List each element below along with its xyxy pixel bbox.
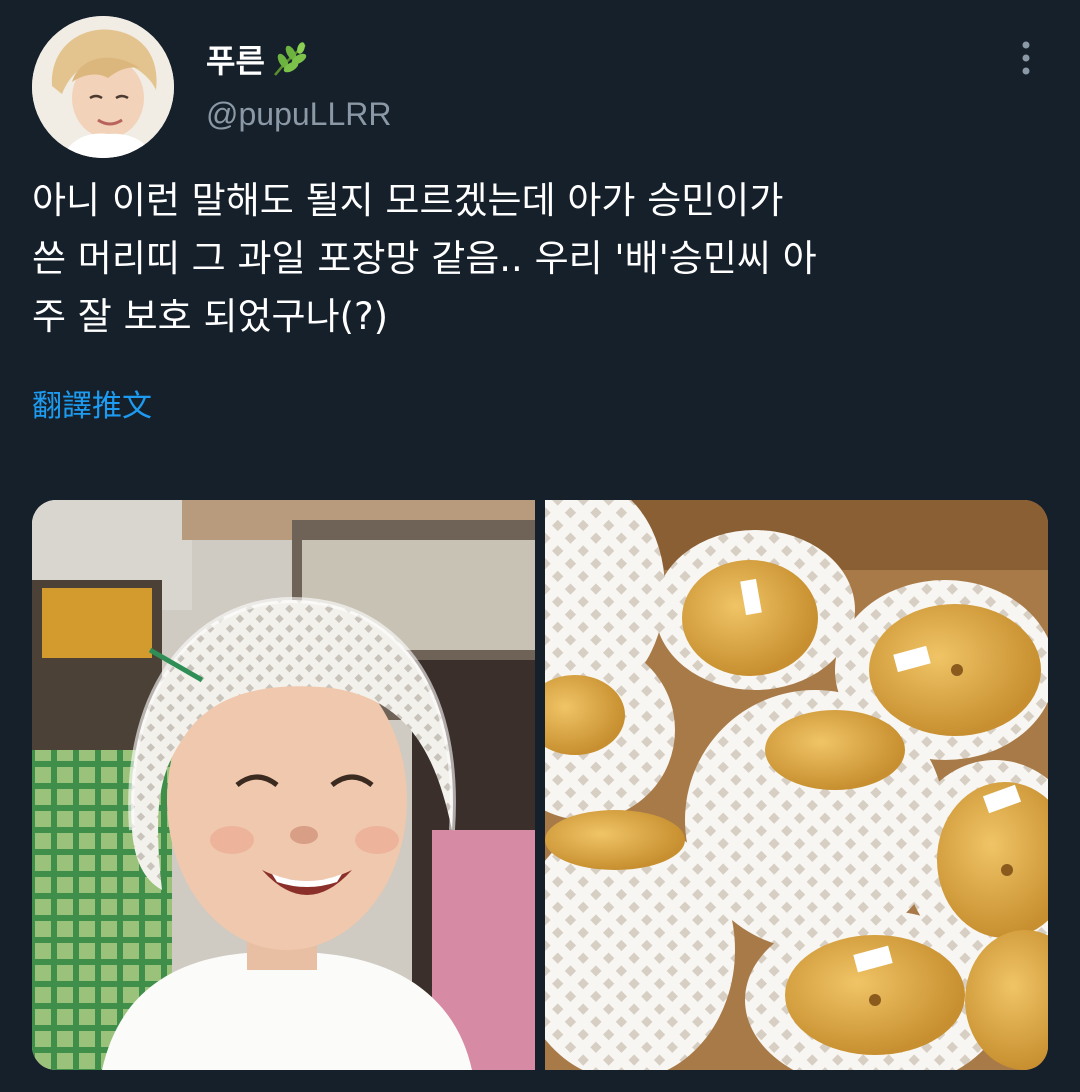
more-vertical-icon[interactable] (1004, 36, 1048, 80)
author-name-row[interactable]: 푸른 (206, 36, 309, 86)
tweet-text: 아니 이런 말해도 될지 모르겠는데 아가 승민이가 쓴 머리띠 그 과일 포장… (32, 179, 817, 338)
herb-icon (269, 39, 309, 83)
author-handle[interactable]: @pupuLLRR (206, 92, 391, 136)
pear-photo[interactable] (545, 500, 1048, 1070)
tweet: 푸른 @pupuLLRR 아니 이런 말해도 될지 모르겠는데 아가 승민이가 … (0, 0, 1080, 1092)
child-photo[interactable] (32, 500, 535, 1070)
avatar[interactable] (32, 16, 174, 158)
avatar-image (32, 16, 174, 158)
translate-tweet-link[interactable]: 翻譯推文 (32, 384, 152, 430)
display-name[interactable]: 푸른 (206, 36, 265, 86)
